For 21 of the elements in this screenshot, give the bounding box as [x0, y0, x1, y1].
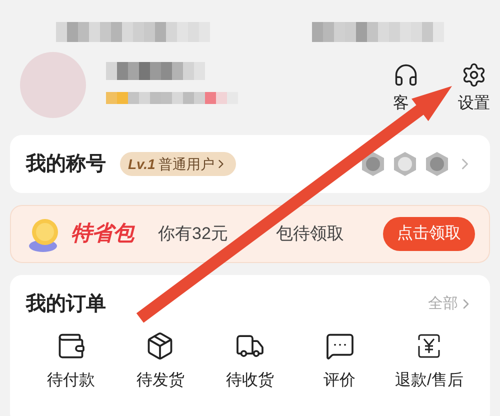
medal-icon — [392, 151, 418, 177]
order-status-button[interactable]: 待付款 — [26, 331, 116, 393]
promo-message: 你有32元 — [158, 223, 228, 246]
order-status-button[interactable]: 退款/售后 — [384, 331, 474, 393]
card-title: 我的称号 — [26, 152, 106, 177]
order-status-button[interactable]: 待收货 — [205, 331, 295, 393]
card-title: 我的订单 — [26, 292, 106, 317]
order-status-button[interactable]: 待发货 — [116, 331, 206, 393]
header-action-label[interactable]: 设置 — [458, 92, 490, 116]
medal-icon — [424, 151, 450, 177]
order-status-button[interactable]: 评价 — [294, 331, 384, 393]
promo-brand: 特省包 — [71, 221, 134, 248]
level-name: 普通用户 — [158, 154, 214, 174]
title-card[interactable]: 我的称号 Lv.1 普通用户 — [10, 135, 490, 193]
settings-icon — [461, 62, 487, 88]
level-number: Lv.1 — [128, 154, 156, 174]
headset-icon — [393, 62, 419, 88]
claim-button[interactable]: 点击领取 — [383, 217, 475, 251]
promo-message: 包待领取 — [276, 223, 344, 246]
chat-icon — [324, 331, 355, 361]
header-action-label[interactable]: 客 — [393, 92, 409, 116]
